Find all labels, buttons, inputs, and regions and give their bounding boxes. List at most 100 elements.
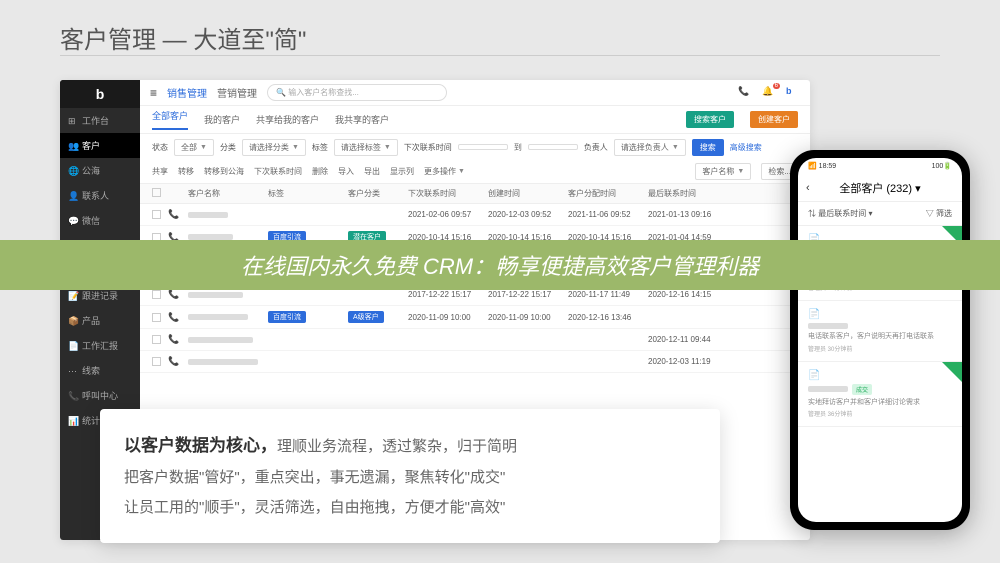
nav-marketing[interactable]: 营销管理 <box>217 85 257 100</box>
subtab-2[interactable]: 共享给我的客户 <box>256 113 319 126</box>
col-header-6[interactable]: 创建时间 <box>488 188 568 199</box>
customer-name <box>188 359 258 365</box>
row-checkbox[interactable] <box>152 357 161 366</box>
phone-filter[interactable]: ▽ 筛选 <box>926 208 952 219</box>
hamburger-icon[interactable]: ≡ <box>150 86 157 100</box>
sidebar-icon: 📝 <box>68 291 78 301</box>
notification-icon[interactable]: 🔔6 <box>762 86 776 100</box>
action-5[interactable]: 导入 <box>338 166 354 177</box>
date-cell: 2020-11-17 11:49 <box>568 290 648 299</box>
sidebar-label: 联系人 <box>82 189 109 202</box>
date-cell: 2020-12-16 14:15 <box>648 290 798 299</box>
to-label: 到 <box>514 142 522 153</box>
create-customer-button[interactable]: 创建客户 <box>750 111 798 128</box>
col-header-7[interactable]: 客户分配时间 <box>568 188 648 199</box>
page-title: 客户管理 — 大道至"简" <box>60 20 306 55</box>
action-0[interactable]: 共享 <box>152 166 168 177</box>
col-header-5[interactable]: 下次联系时间 <box>408 188 488 199</box>
phone-tag: 成交 <box>852 384 872 395</box>
sidebar-icon: ⊞ <box>68 116 78 126</box>
subtab-3[interactable]: 我共享的客户 <box>335 113 389 126</box>
sidebar-item-0[interactable]: ⊞工作台 <box>60 108 140 133</box>
sidebar-icon: 📞 <box>68 391 78 401</box>
sidebar-item-1[interactable]: 👥客户 <box>60 133 140 158</box>
category-select[interactable]: 请选择分类▼ <box>242 139 306 156</box>
action-4[interactable]: 删除 <box>312 166 328 177</box>
sidebar-item-10[interactable]: ⋯线索 <box>60 358 140 383</box>
card-doc-icon: 📄 <box>808 309 952 320</box>
status-label: 状态 <box>152 142 168 153</box>
sidebar-item-9[interactable]: 📄工作汇报 <box>60 333 140 358</box>
card-desc: 电话联系客户，客户说明天再打电话联系 <box>808 332 952 342</box>
col-header-3[interactable]: 标签 <box>268 188 348 199</box>
table-row[interactable]: 📞 2020-12-03 11:19 <box>140 351 810 373</box>
action-1[interactable]: 转移 <box>178 166 194 177</box>
subtab-0[interactable]: 全部客户 <box>152 109 188 130</box>
global-search[interactable]: 🔍 输入客户名称查找... <box>267 84 447 101</box>
status-select[interactable]: 全部▼ <box>174 139 214 156</box>
sidebar-item-3[interactable]: 👤联系人 <box>60 183 140 208</box>
desc-3: 让员工用的"顺手"，灵活筛选，自由拖拽，方便才能"高效" <box>124 493 696 523</box>
back-icon[interactable]: ‹ <box>806 182 810 194</box>
date-cell: 2021-11-06 09:52 <box>568 210 648 219</box>
phone-status-bar: 📶 18:59 100🔋 <box>798 158 962 174</box>
sort-select[interactable]: 客户名称▼ <box>695 163 751 180</box>
date-cell: 2020-11-09 10:00 <box>488 313 568 322</box>
call-icon[interactable]: 📞 <box>168 334 179 344</box>
customer-name <box>188 337 253 343</box>
phone-icon[interactable]: 📞 <box>738 86 752 100</box>
title-divider <box>60 55 940 56</box>
phone-title[interactable]: 全部客户 (232) ▾ <box>839 180 920 196</box>
call-icon[interactable]: 📞 <box>168 356 179 366</box>
date-from[interactable] <box>458 144 508 150</box>
phone-card[interactable]: 📄 电话联系客户，客户说明天再打电话联系 管理员 30分钟前 <box>798 301 962 362</box>
col-header-4[interactable]: 客户分类 <box>348 188 408 199</box>
customer-name <box>188 292 243 298</box>
carrier-icon: 📶 18:59 <box>808 162 836 170</box>
action-6[interactable]: 导出 <box>364 166 380 177</box>
sidebar-item-11[interactable]: 📞呼叫中心 <box>60 383 140 408</box>
row-checkbox[interactable] <box>152 210 161 219</box>
sidebar-label: 公海 <box>82 164 100 177</box>
date-cell: 2017-12-22 15:17 <box>488 290 568 299</box>
sidebar-item-8[interactable]: 📦产品 <box>60 308 140 333</box>
owner-select[interactable]: 请选择负责人▼ <box>614 139 686 156</box>
action-3[interactable]: 下次联系时间 <box>254 166 302 177</box>
col-header-8[interactable]: 最后联系时间 <box>648 188 798 199</box>
table-row[interactable]: 📞 百度引流 A级客户 2020-11-09 10:00 2020-11-09 … <box>140 306 810 329</box>
customer-name <box>188 212 228 218</box>
action-row: 共享 转移 转移到公海 下次联系时间 删除 导入 导出 显示列 更多操作 ▼ 客… <box>140 160 810 184</box>
search-customer-button[interactable]: 搜索客户 <box>686 111 734 128</box>
search-button[interactable]: 搜索 <box>692 139 724 156</box>
row-checkbox[interactable] <box>152 313 161 322</box>
col-header-2[interactable]: 客户名称 <box>188 188 268 199</box>
sidebar-item-2[interactable]: 🌐公海 <box>60 158 140 183</box>
call-icon[interactable]: 📞 <box>168 209 179 219</box>
subtab-1[interactable]: 我的客户 <box>204 113 240 126</box>
call-icon[interactable]: 📞 <box>168 289 179 299</box>
phone-card[interactable]: 📄 成交 实地拜访客户并和客户详细讨论需求 管理员 36分钟前 <box>798 362 962 428</box>
action-2[interactable]: 转移到公海 <box>204 166 244 177</box>
col-header-0[interactable] <box>152 188 168 199</box>
table-row[interactable]: 📞 2020-12-11 09:44 <box>140 329 810 351</box>
date-cell: 2020-12-03 11:19 <box>648 357 798 366</box>
date-to[interactable] <box>528 144 578 150</box>
more-actions[interactable]: 更多操作 ▼ <box>424 166 465 177</box>
sidebar-label: 客户 <box>82 139 100 152</box>
row-checkbox[interactable] <box>152 290 161 299</box>
filter-row: 状态 全部▼ 分类 请选择分类▼ 标签 请选择标签▼ 下次联系时间 到 负责人 … <box>140 134 810 160</box>
col-header-1[interactable] <box>168 188 188 199</box>
app-logo-icon[interactable]: b <box>786 86 800 100</box>
row-checkbox[interactable] <box>152 335 161 344</box>
select-all-checkbox[interactable] <box>152 188 161 197</box>
phone-sort[interactable]: ⇅ 最后联系时间 ▾ <box>808 208 872 219</box>
tag-select[interactable]: 请选择标签▼ <box>334 139 398 156</box>
card-name <box>808 323 848 329</box>
action-7[interactable]: 显示列 <box>390 166 414 177</box>
advanced-search-link[interactable]: 高级搜索 <box>730 142 762 153</box>
call-icon[interactable]: 📞 <box>168 312 179 322</box>
table-row[interactable]: 📞 2021-02-06 09:57 2020-12-03 09:52 2021… <box>140 204 810 226</box>
sidebar-label: 微信 <box>82 214 100 227</box>
sidebar-item-4[interactable]: 💬微信 <box>60 208 140 233</box>
nav-sales[interactable]: 销售管理 <box>167 85 207 100</box>
